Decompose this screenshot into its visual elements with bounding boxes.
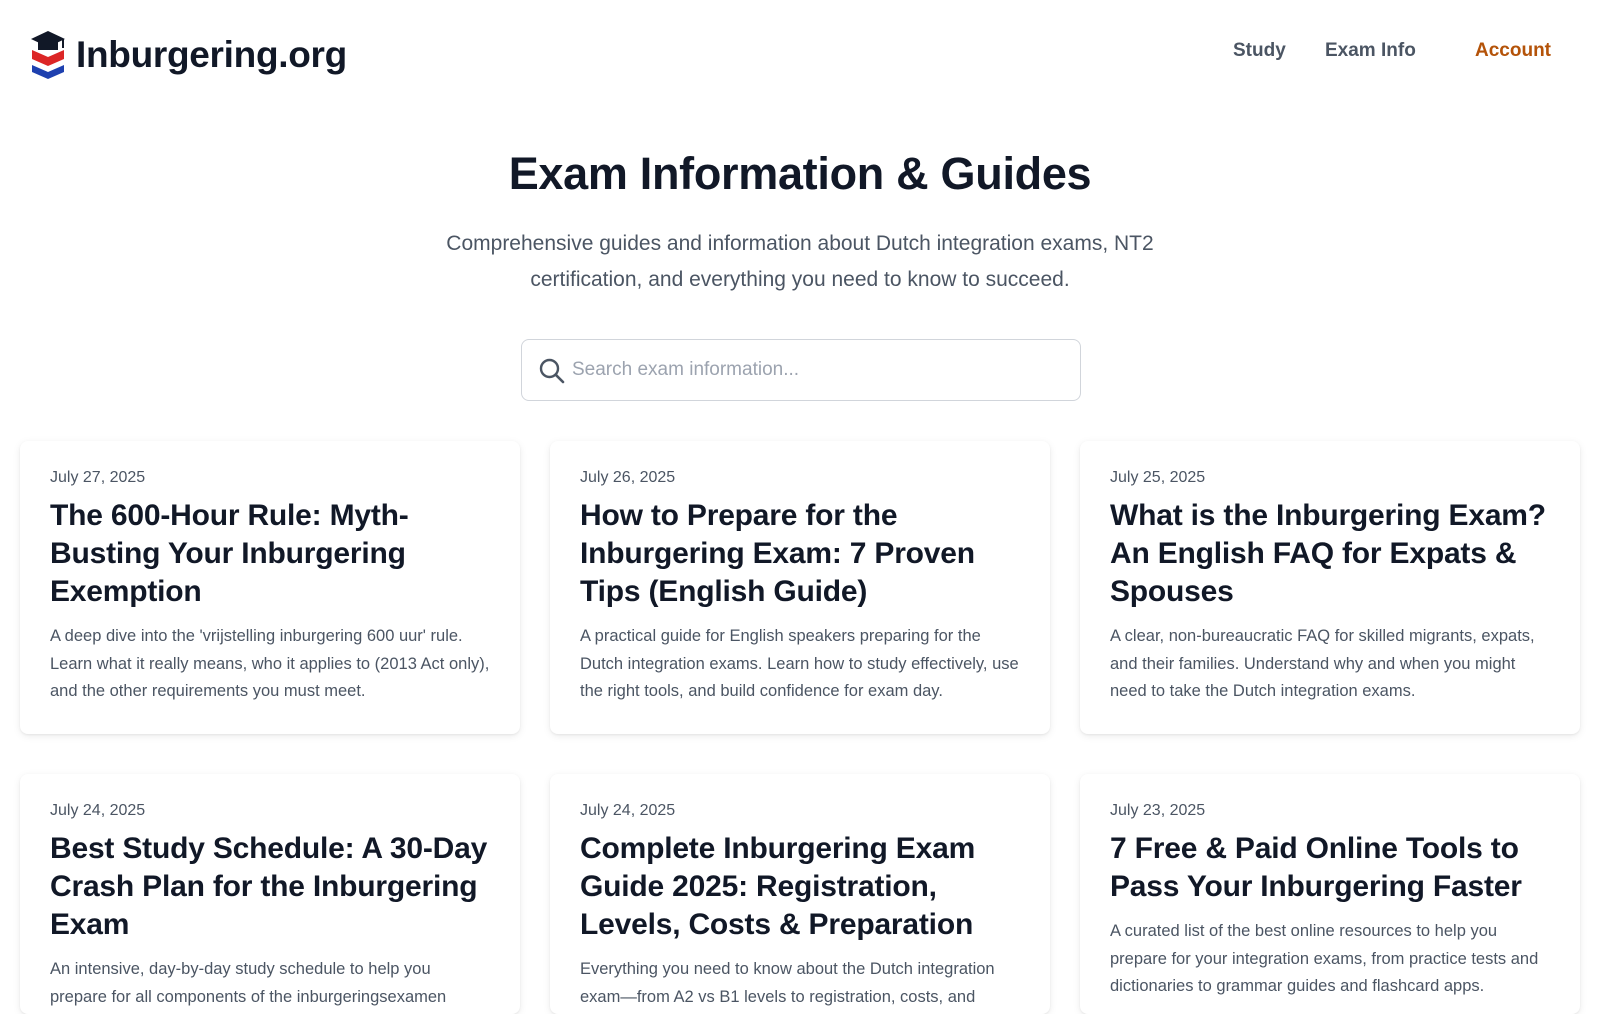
article-title: Best Study Schedule: A 30-Day Crash Plan… <box>50 832 488 941</box>
article-description: A practical guide for English speakers p… <box>580 627 1019 700</box>
search-box <box>521 339 1081 401</box>
nav-study[interactable]: Study <box>1233 40 1286 62</box>
article-card[interactable]: July 23, 2025 7 Free & Paid Online Tools… <box>1080 774 1580 1014</box>
article-description: A curated list of the best online resour… <box>1110 922 1539 995</box>
article-title: 7 Free & Paid Online Tools to Pass Your … <box>1110 832 1522 903</box>
nav-exam-info[interactable]: Exam Info <box>1325 40 1416 62</box>
article-card[interactable]: July 24, 2025 Best Study Schedule: A 30-… <box>20 774 520 1014</box>
article-title: Complete Inburgering Exam Guide 2025: Re… <box>580 832 976 941</box>
article-description: A clear, non-bureaucratic FAQ for skille… <box>1110 627 1535 700</box>
page-subtitle-line-2: certification, and everything you need t… <box>530 268 1070 291</box>
article-date: July 26, 2025 <box>580 469 676 486</box>
article-title: The 600-Hour Rule: Myth-Busting Your Inb… <box>50 499 409 608</box>
nav-account[interactable]: Account <box>1475 40 1551 62</box>
article-title: How to Prepare for the Inburgering Exam:… <box>580 499 975 608</box>
article-card[interactable]: July 24, 2025 Complete Inburgering Exam … <box>550 774 1050 1014</box>
graduation-cap-logo-icon <box>31 31 65 79</box>
article-card[interactable]: July 25, 2025 What is the Inburgering Ex… <box>1080 441 1580 734</box>
article-card[interactable]: July 26, 2025 How to Prepare for the Inb… <box>550 441 1050 734</box>
page-subtitle: Comprehensive guides and information abo… <box>400 226 1200 298</box>
article-date: July 23, 2025 <box>1110 802 1206 819</box>
site-header: Inburgering.org Study Exam Info Account <box>0 0 1600 110</box>
article-date: July 25, 2025 <box>1110 469 1206 486</box>
search-icon <box>539 358 565 384</box>
logo-text: Inburgering.org <box>76 34 347 75</box>
article-title: What is the Inburgering Exam? An English… <box>1110 499 1546 608</box>
article-date: July 24, 2025 <box>50 802 146 819</box>
search-input[interactable] <box>572 340 1067 400</box>
article-description: Everything you need to know about the Du… <box>580 960 995 1006</box>
article-date: July 27, 2025 <box>50 469 146 486</box>
article-description: A deep dive into the 'vrijstelling inbur… <box>50 627 490 700</box>
page-title: Exam Information & Guides <box>508 148 1092 199</box>
article-card[interactable]: July 27, 2025 The 600-Hour Rule: Myth-Bu… <box>20 441 520 734</box>
article-date: July 24, 2025 <box>580 802 676 819</box>
article-description: An intensive, day-by-day study schedule … <box>50 960 447 1006</box>
site-logo[interactable]: Inburgering.org <box>30 30 347 80</box>
page-subtitle-line-1: Comprehensive guides and information abo… <box>446 232 1154 255</box>
